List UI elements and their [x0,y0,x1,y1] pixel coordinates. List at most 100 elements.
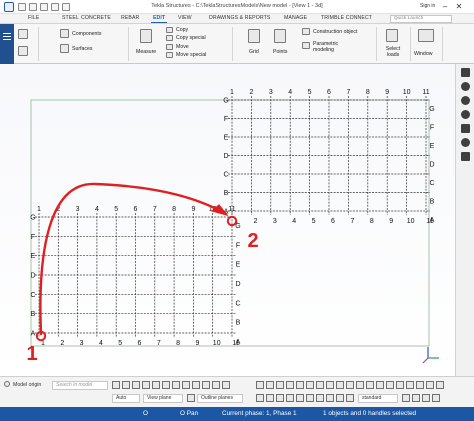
filter-icon-3[interactable] [422,394,430,402]
snap-icon-17[interactable] [416,381,424,389]
snap-icon-3[interactable] [276,381,284,389]
select-filter-icon-7[interactable] [316,394,324,402]
measure-button[interactable]: Measure [136,49,156,55]
snap-icon-16[interactable] [406,381,414,389]
selection-filter-select[interactable]: standard [358,394,398,403]
side-pane-toggle[interactable] [0,24,14,64]
tool-icon-12[interactable] [222,381,230,389]
snap-icon-19[interactable] [436,381,444,389]
outline-planes-select[interactable]: Outline planes [197,394,243,403]
minimize-button[interactable]: – [438,1,452,12]
tab-view[interactable]: VIEW [178,15,192,21]
tab-rebar[interactable]: REBAR [121,15,139,21]
snap-icon-6[interactable] [306,381,314,389]
globe-icon[interactable] [461,110,470,119]
tab-manage[interactable]: MANAGE [284,15,307,21]
organizer-icon[interactable] [461,152,470,161]
viewport-canvas[interactable]: 11223344556677889910101111AABBCCDDEEFFGG… [0,64,455,376]
measure-icon[interactable] [140,29,152,43]
filter-icon-1[interactable] [402,394,410,402]
copy-icon[interactable] [166,27,173,33]
tab-steel[interactable]: STEEL [62,15,79,21]
tool-icon-1[interactable] [112,381,120,389]
tool-icon-6[interactable] [162,381,170,389]
close-button[interactable]: ✕ [452,1,466,12]
move-special-button[interactable]: Move special [176,52,206,58]
tab-concrete[interactable]: CONCRETE [81,15,111,21]
snap-icon-10[interactable] [346,381,354,389]
select-filter-icon-3[interactable] [276,394,284,402]
snap-icon-7[interactable] [316,381,324,389]
select-filter-icon-1[interactable] [256,394,264,402]
tool-icon-5[interactable] [152,381,160,389]
tool-icon-3[interactable] [132,381,140,389]
paint-icon[interactable] [461,82,470,91]
catalog-icon[interactable] [461,96,470,105]
components-icon[interactable] [60,29,69,38]
snap-icon-5[interactable] [296,381,304,389]
tab-edit[interactable]: EDIT [150,15,168,23]
components-button[interactable]: Components [72,31,101,37]
auto-select[interactable]: Auto [112,394,140,403]
select-filter-icon-9[interactable] [336,394,344,402]
tab-file[interactable]: FILE [28,15,39,21]
copy-special-icon[interactable] [166,35,173,41]
construction-object-icon[interactable] [302,28,310,35]
tool-icon-2[interactable] [122,381,130,389]
tab-trimble-connect[interactable]: TRIMBLE CONNECT [321,15,372,21]
move-special-icon[interactable] [166,52,173,58]
sign-in-link[interactable]: Sign in [420,3,435,9]
select-filter-icon-10[interactable] [346,394,354,402]
points-button[interactable]: Points [273,49,287,55]
snap-arrow-icon[interactable] [18,46,28,56]
tool-icon-4[interactable] [142,381,150,389]
tool-icon-7[interactable] [172,381,180,389]
view-plane-select[interactable]: View plane [143,394,183,403]
tool-icon-8[interactable] [182,381,190,389]
parametric-modeling-icon[interactable] [302,42,310,49]
tool-icon-10[interactable] [202,381,210,389]
snap-icon-8[interactable] [326,381,334,389]
clipboard-icon[interactable] [461,124,470,133]
select-arrow-icon[interactable] [18,29,28,39]
grid-button[interactable]: Grid [249,49,259,55]
snap-icon-15[interactable] [396,381,404,389]
snap-icon-9[interactable] [336,381,344,389]
select-filter-icon-4[interactable] [286,394,294,402]
points-icon[interactable] [274,29,286,43]
move-button[interactable]: Move [176,44,189,50]
settings-icon[interactable] [461,138,470,147]
snap-icon-14[interactable] [386,381,394,389]
filter-icon-2[interactable] [412,394,420,402]
snap-icon-18[interactable] [426,381,434,389]
select-loads-button[interactable]: Select loads [383,46,403,58]
window-button[interactable]: Window [414,51,432,57]
copy-button[interactable]: Copy [176,27,188,33]
grid-icon[interactable] [248,29,260,43]
outline-planes-icon[interactable] [187,394,195,402]
snap-icon-4[interactable] [286,381,294,389]
construction-object-button[interactable]: Construction object [313,29,357,35]
tab-drawings-reports[interactable]: DRAWINGS & REPORTS [209,15,270,21]
snap-icon-12[interactable] [366,381,374,389]
property-pane-icon[interactable] [461,68,470,77]
surfaces-button[interactable]: Surfaces [72,46,92,52]
snap-icon-11[interactable] [356,381,364,389]
surfaces-icon[interactable] [60,44,69,53]
copy-special-button[interactable]: Copy special [176,35,206,41]
model-search-input[interactable]: Search in model [52,381,108,390]
model-origin-label[interactable]: Model origin [13,382,41,388]
tool-icon-9[interactable] [192,381,200,389]
select-filter-icon-8[interactable] [326,394,334,402]
model-view-3d[interactable]: 1 1 2 2 3 3 4 4 5 5 6 6 7 7 8 8 9 9 10 10 11 11 A A B B C C D D E E F F G G… [0,64,455,376]
snap-icon-2[interactable] [266,381,274,389]
select-filter-icon-2[interactable] [266,394,274,402]
snap-icon-1[interactable] [256,381,264,389]
tool-icon-11[interactable] [212,381,220,389]
quick-launch-input[interactable]: Quick Launch [390,15,452,23]
move-icon[interactable] [166,44,173,50]
filter-icon-4[interactable] [432,394,440,402]
window-icon[interactable] [418,29,434,42]
select-filter-icon-5[interactable] [296,394,304,402]
snap-icon-13[interactable] [376,381,384,389]
